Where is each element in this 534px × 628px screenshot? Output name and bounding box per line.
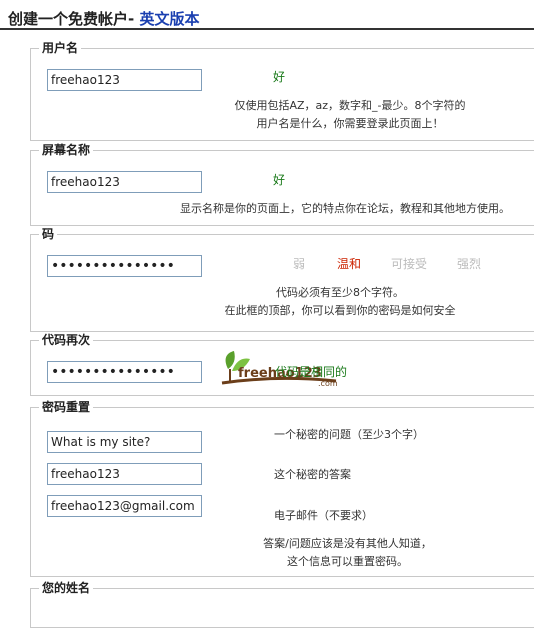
- strength-acceptable: 可接受: [391, 257, 428, 271]
- password-hint-line2: 在此框的顶部，你可以看到你的密码是如何安全: [224, 304, 456, 317]
- secret-answer-input[interactable]: [47, 463, 202, 485]
- logo-suffix: .com: [318, 379, 338, 387]
- secret-question-input[interactable]: [47, 431, 202, 453]
- strength-strong: 强烈: [457, 257, 482, 271]
- secret-answer-label: 这个秘密的答案: [274, 468, 351, 481]
- english-version-link[interactable]: 英文版本: [139, 10, 199, 28]
- your-name-section: 您的姓名: [30, 580, 534, 628]
- username-status: 好: [273, 70, 286, 84]
- password-hint-line1: 代码必须有至少8个字符。: [276, 286, 404, 299]
- reset-note-line2: 这个信息可以重置密码。: [287, 555, 408, 568]
- username-hint: 仅使用包括AZ，az，数字和_-最少。8个字符的 用户名是什么，你需要登录此页面…: [205, 97, 495, 133]
- secret-question-label: 一个秘密的问题（至少3个字）: [274, 428, 424, 441]
- screen-name-input[interactable]: [47, 171, 202, 193]
- username-hint-line2: 用户名是什么，你需要登录此页面上！: [256, 117, 444, 130]
- email-input[interactable]: [47, 495, 202, 517]
- username-legend: 用户名: [39, 40, 82, 56]
- reset-note-line1: 答案/问题应该是没有其他人知道，: [263, 537, 432, 550]
- page-title: 创建一个免费帐户- 英文版本: [8, 8, 200, 29]
- password-hint: 代码必须有至少8个字符。 在此框的顶部，你可以看到你的密码是如何安全: [205, 284, 475, 320]
- screen-name-legend: 屏幕名称: [39, 142, 94, 158]
- strength-moderate: 温和: [337, 257, 362, 271]
- screen-name-hint: 显示名称是你的页面上，它的特点你在论坛，教程和其他地方使用。: [180, 202, 510, 215]
- username-input[interactable]: [47, 69, 202, 91]
- password-again-input[interactable]: [47, 361, 202, 383]
- screen-name-status: 好: [273, 173, 286, 187]
- title-separator: -: [128, 10, 135, 28]
- your-name-legend: 您的姓名: [39, 580, 94, 596]
- page-header: 创建一个免费帐户- 英文版本: [0, 0, 534, 30]
- password-legend: 码: [39, 226, 58, 242]
- password-again-legend: 代码再次: [39, 332, 94, 348]
- password-reset-legend: 密码重置: [39, 399, 94, 415]
- strength-weak: 弱: [293, 257, 306, 271]
- username-hint-line1: 仅使用包括AZ，az，数字和_-最少。8个字符的: [234, 99, 466, 112]
- password-match-message: 代码是相同的: [275, 365, 348, 379]
- password-input[interactable]: [47, 255, 202, 277]
- reset-note: 答案/问题应该是没有其他人知道， 这个信息可以重置密码。: [240, 535, 455, 571]
- page-title-text: 创建一个免费帐户: [8, 10, 129, 28]
- email-label: 电子邮件（不要求）: [274, 509, 373, 522]
